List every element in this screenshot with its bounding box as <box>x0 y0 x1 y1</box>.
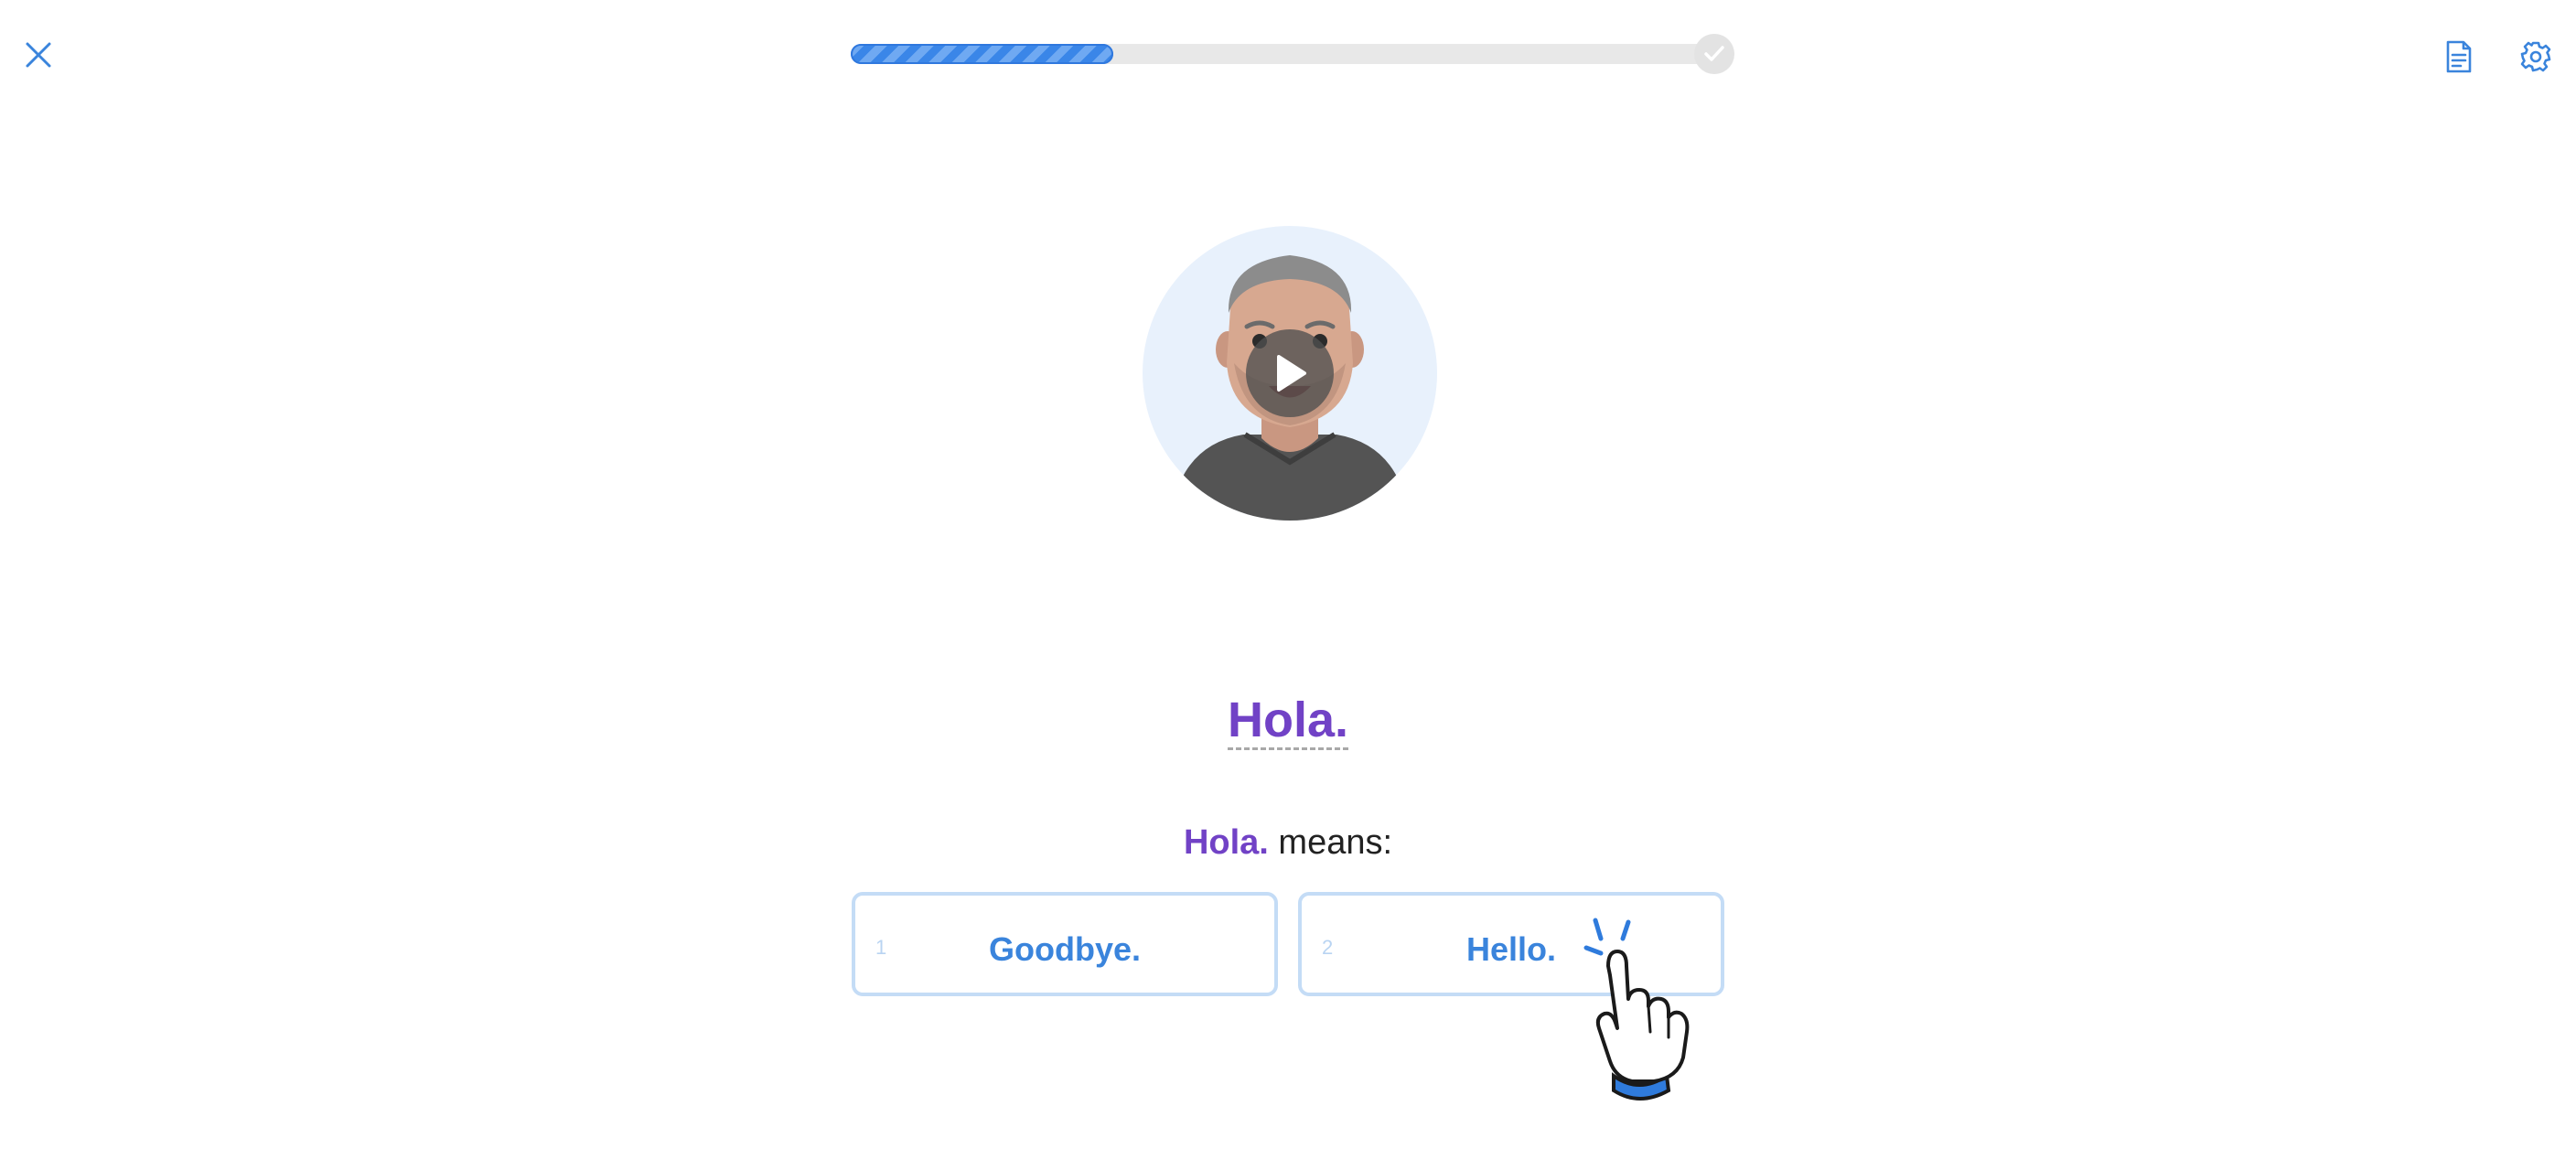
play-icon <box>1277 355 1306 392</box>
target-word-container: Hola. <box>0 692 2576 750</box>
pointer-hand-icon <box>1583 918 1690 1101</box>
close-button[interactable] <box>16 33 60 77</box>
option-label: Goodbye. <box>988 930 1141 968</box>
question-prompt: Hola. means: <box>0 823 2576 863</box>
close-icon <box>26 42 51 68</box>
prompt-suffix: means: <box>1278 823 1393 862</box>
progress-complete-marker <box>1694 34 1734 74</box>
speaker-avatar[interactable] <box>1143 226 1437 521</box>
target-word[interactable]: Hola. <box>1227 693 1349 750</box>
answer-option-goodbye[interactable]: 1 Goodbye. <box>852 892 1278 996</box>
play-audio-button[interactable] <box>1246 329 1334 417</box>
settings-button[interactable] <box>2512 33 2560 81</box>
checkmark-icon <box>1704 46 1724 61</box>
progress-fill <box>851 44 1114 64</box>
notes-icon <box>2446 40 2472 73</box>
gear-icon <box>2520 41 2551 72</box>
lesson-progress-bar <box>851 34 1734 74</box>
lesson-screen: Hola. Hola. means: 1 Goodbye. 2 Hello. <box>0 0 2576 1149</box>
prompt-word: Hola. <box>1183 823 1269 862</box>
notes-button[interactable] <box>2435 33 2483 81</box>
